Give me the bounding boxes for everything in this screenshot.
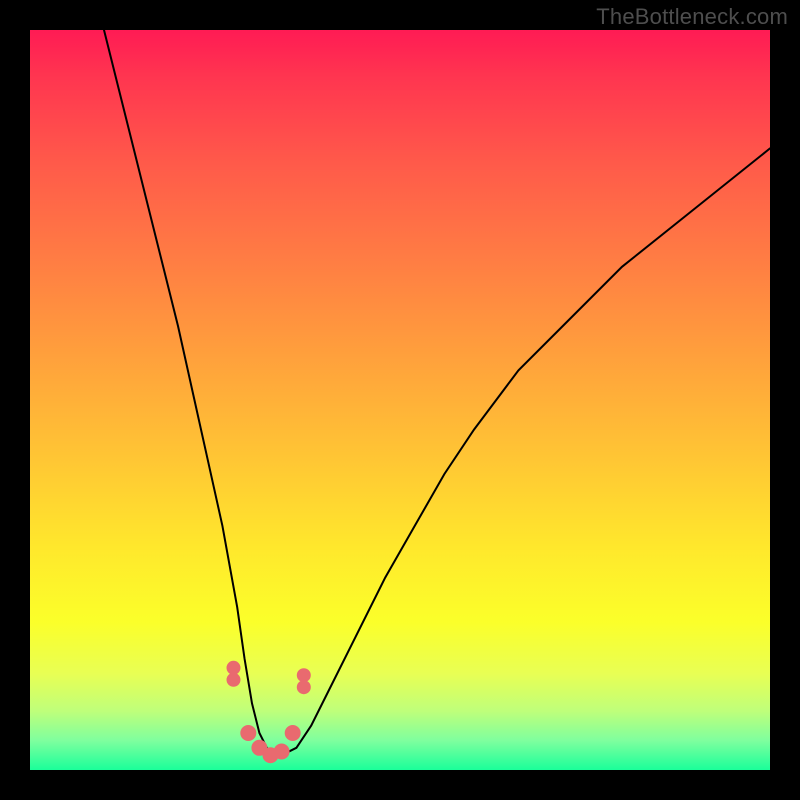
curve-marker-icon xyxy=(297,680,311,694)
bottleneck-curve xyxy=(104,30,770,755)
curve-marker-icon xyxy=(274,744,290,760)
curve-marker-icon xyxy=(240,725,256,741)
curve-marker-icon xyxy=(227,661,241,675)
chart-frame: TheBottleneck.com xyxy=(0,0,800,800)
curve-marker-icon xyxy=(285,725,301,741)
curve-marker-icon xyxy=(227,673,241,687)
marker-group xyxy=(227,661,311,763)
curve-svg xyxy=(30,30,770,770)
curve-marker-icon xyxy=(297,668,311,682)
plot-area xyxy=(30,30,770,770)
watermark-text: TheBottleneck.com xyxy=(596,4,788,30)
